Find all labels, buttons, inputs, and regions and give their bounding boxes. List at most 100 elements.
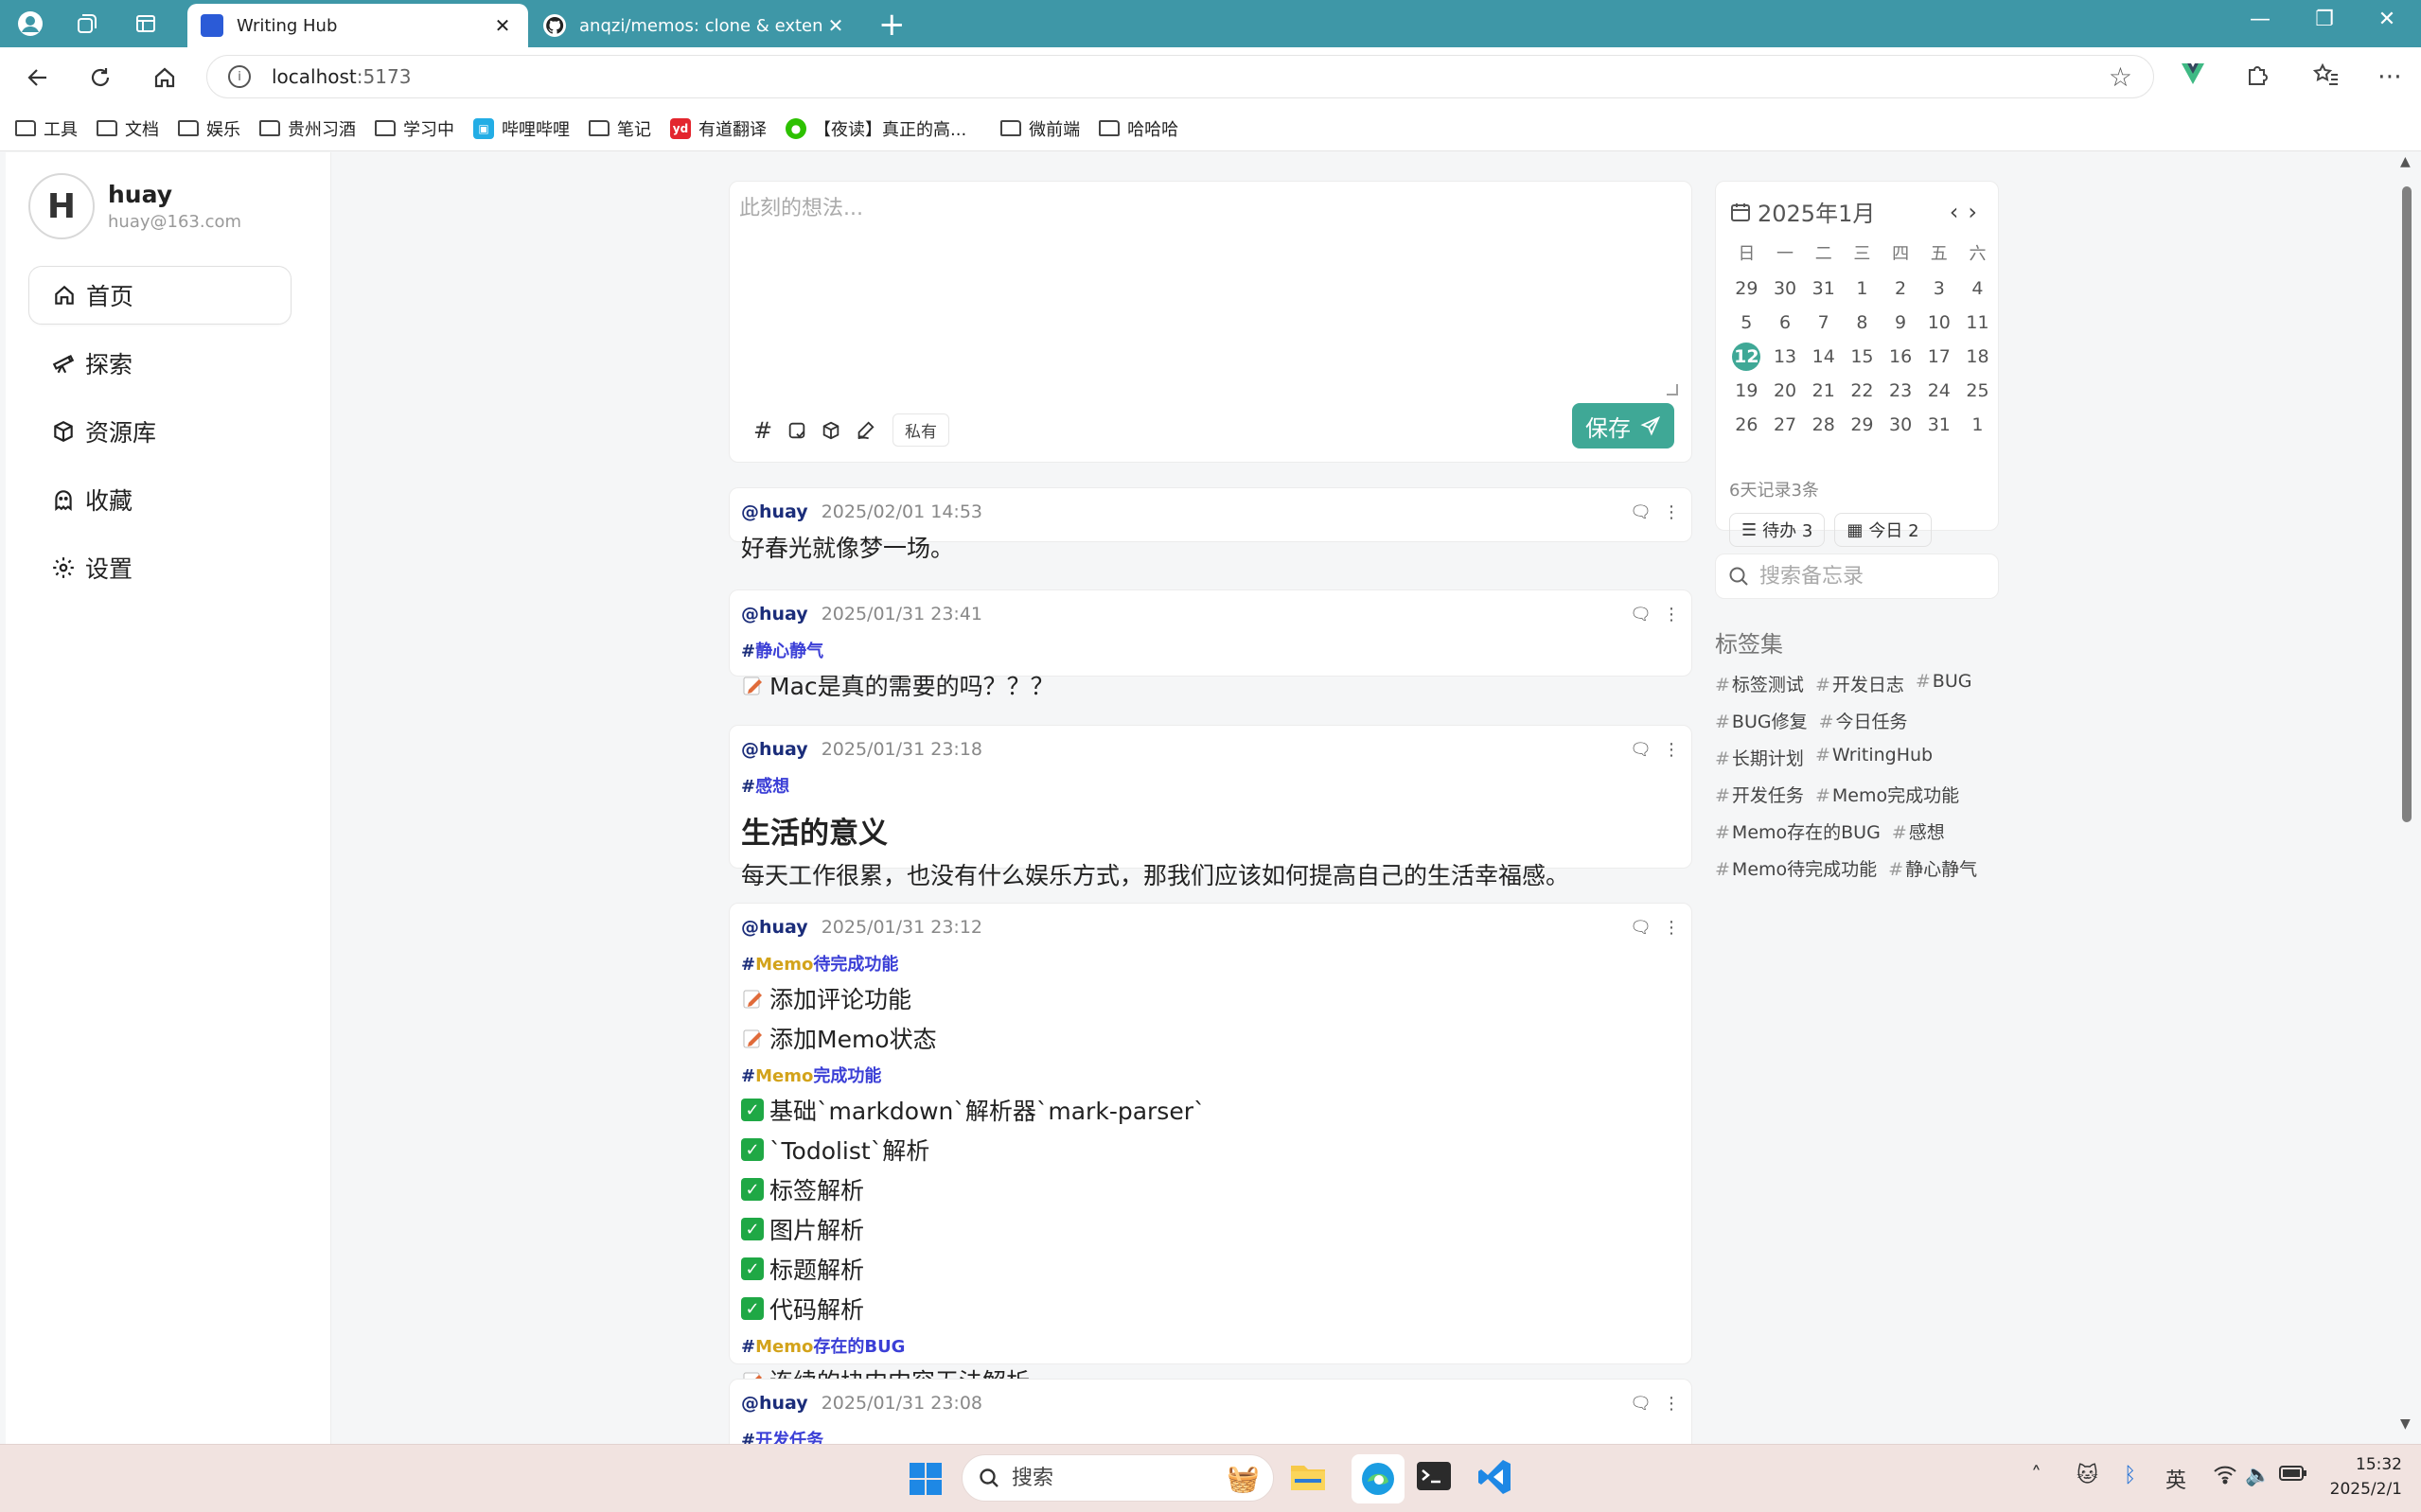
calendar-day[interactable]: 11: [1958, 308, 1997, 337]
bookmark-folder[interactable]: 哈哈哈: [1099, 116, 1178, 141]
tag-item[interactable]: # Memo完成功能: [1815, 782, 1959, 807]
calendar-day[interactable]: 25: [1958, 377, 1997, 405]
tag-item[interactable]: # 开发日志: [1815, 671, 1904, 696]
bookmark-folder[interactable]: 笔记: [589, 116, 651, 141]
avatar[interactable]: H: [28, 173, 95, 239]
calendar-day[interactable]: 29: [1843, 411, 1882, 439]
address-url[interactable]: localhost:5173: [272, 65, 411, 88]
calendar-day[interactable]: 16: [1882, 343, 1920, 371]
calendar-day[interactable]: 27: [1766, 411, 1805, 439]
calendar-day[interactable]: 6: [1766, 308, 1805, 337]
tag-item[interactable]: # 开发任务: [1715, 782, 1804, 807]
calendar-day[interactable]: 21: [1804, 377, 1843, 405]
calendar-day[interactable]: 26: [1727, 411, 1766, 439]
memo-author[interactable]: @huay: [741, 1393, 808, 1414]
comment-icon[interactable]: 🗨: [1630, 1394, 1652, 1414]
vertical-tabs-icon[interactable]: [131, 9, 161, 39]
calendar-day[interactable]: 31: [1804, 274, 1843, 303]
memo-input[interactable]: [739, 191, 1682, 399]
pet-app-icon[interactable]: 🐱: [2076, 1464, 2098, 1487]
bookmark-link[interactable]: ● 【夜读】真正的高...: [786, 116, 966, 141]
scroll-up-arrow-icon[interactable]: ▲: [2400, 154, 2411, 169]
pen-icon[interactable]: [849, 414, 881, 447]
memo-author[interactable]: @huay: [741, 604, 808, 624]
calendar-day[interactable]: 9: [1882, 308, 1920, 337]
calendar-day[interactable]: 18: [1958, 343, 1997, 371]
memo-tag[interactable]: #感想: [741, 773, 1680, 798]
more-vertical-icon[interactable]: ⋮: [1663, 502, 1680, 522]
file-explorer-icon[interactable]: [1289, 1458, 1327, 1498]
taskbar-search-input[interactable]: [1012, 1466, 1201, 1490]
calendar-day[interactable]: 17: [1919, 343, 1958, 371]
sidebar-item-home[interactable]: 首页: [28, 266, 292, 325]
calendar-day[interactable]: 23: [1882, 377, 1920, 405]
calendar-day[interactable]: 29: [1727, 274, 1766, 303]
memo-author[interactable]: @huay: [741, 501, 808, 522]
tag-item[interactable]: # 标签测试: [1715, 671, 1804, 696]
input-method-indicator[interactable]: 英: [2165, 1464, 2186, 1494]
page-scrollbar[interactable]: ▲ ▼: [2394, 152, 2421, 1444]
refresh-icon[interactable]: [83, 61, 117, 95]
back-arrow-icon[interactable]: [21, 61, 55, 95]
bookmark-folder[interactable]: 微前端: [1000, 116, 1080, 141]
new-tab-plus-icon[interactable]: +: [878, 6, 906, 44]
checkmark-icon[interactable]: ✓: [741, 1218, 764, 1240]
workspaces-icon[interactable]: [72, 9, 102, 39]
tag-item[interactable]: # WritingHub: [1815, 745, 1933, 770]
calendar-day[interactable]: 8: [1843, 308, 1882, 337]
edge-browser-icon[interactable]: [1352, 1454, 1405, 1503]
resource-box-icon[interactable]: [815, 414, 847, 447]
comment-icon[interactable]: 🗨: [1630, 502, 1652, 522]
extensions-puzzle-icon[interactable]: [2245, 62, 2270, 94]
calendar-day[interactable]: 14: [1804, 343, 1843, 371]
tag-item[interactable]: # 今日任务: [1819, 708, 1908, 733]
more-vertical-icon[interactable]: ⋮: [1663, 1394, 1680, 1414]
favorites-icon[interactable]: [2312, 62, 2340, 94]
favorite-star-icon[interactable]: ☆: [2109, 62, 2132, 93]
bookmark-link[interactable]: ▣ 哔哩哔哩: [473, 116, 570, 141]
checkmark-icon[interactable]: ✓: [741, 1138, 764, 1161]
today-count-chip[interactable]: ▦ 今日 2: [1834, 513, 1932, 547]
close-icon[interactable]: ✕: [490, 14, 515, 37]
calendar-day[interactable]: 13: [1766, 343, 1805, 371]
tag-item[interactable]: # Memo存在的BUG: [1715, 818, 1881, 844]
memo-tag[interactable]: #静心静气: [741, 638, 1680, 662]
memo-search-box[interactable]: [1715, 554, 1999, 599]
calendar-day[interactable]: 1: [1843, 274, 1882, 303]
calendar-day[interactable]: 30: [1882, 411, 1920, 439]
bookmark-link[interactable]: yd 有道翻译: [670, 116, 767, 141]
memo-tag[interactable]: #开发任务: [741, 1427, 1680, 1444]
calendar-day[interactable]: 24: [1919, 377, 1958, 405]
calendar-day[interactable]: 19: [1727, 377, 1766, 405]
tag-item[interactable]: # BUG: [1916, 671, 1972, 696]
memo-author[interactable]: @huay: [741, 739, 808, 760]
comment-icon[interactable]: 🗨: [1630, 918, 1652, 938]
calendar-day[interactable]: 10: [1919, 308, 1958, 337]
tab-writing-hub[interactable]: Writing Hub ✕: [187, 4, 528, 47]
todo-count-chip[interactable]: ☰ 待办 3: [1729, 513, 1826, 547]
tag-item[interactable]: # BUG修复: [1715, 708, 1808, 733]
calendar-day[interactable]: 20: [1766, 377, 1805, 405]
terminal-icon[interactable]: [1416, 1458, 1452, 1498]
checkmark-icon[interactable]: ✓: [741, 1297, 764, 1320]
calendar-day[interactable]: 5: [1727, 308, 1766, 337]
calendar-day[interactable]: 15: [1843, 343, 1882, 371]
show-hidden-icons-chevron-icon[interactable]: ˄: [2031, 1464, 2041, 1487]
comment-icon[interactable]: 🗨: [1630, 605, 1652, 624]
user-profile[interactable]: H huay huay@163.com: [28, 173, 241, 239]
visibility-private-toggle[interactable]: 私有: [892, 413, 949, 447]
bluetooth-icon[interactable]: ᛒ: [2124, 1464, 2136, 1487]
tag-item[interactable]: # 长期计划: [1715, 745, 1804, 770]
chevron-right-icon[interactable]: ›: [1968, 199, 1987, 225]
scrollbar-thumb[interactable]: [2402, 186, 2412, 822]
calendar-day[interactable]: 3: [1919, 274, 1958, 303]
memo-author[interactable]: @huay: [741, 917, 808, 938]
bookmark-folder[interactable]: 娱乐: [178, 116, 240, 141]
chevron-left-icon[interactable]: ‹: [1950, 199, 1969, 225]
calendar-day[interactable]: 2: [1882, 274, 1920, 303]
more-menu-icon[interactable]: ⋯: [2377, 62, 2402, 91]
calendar-day[interactable]: 22: [1843, 377, 1882, 405]
sidebar-item-explore[interactable]: 探索: [28, 334, 292, 393]
calendar-day[interactable]: 4: [1958, 274, 1997, 303]
sidebar-item-resources[interactable]: 资源库: [28, 402, 292, 461]
